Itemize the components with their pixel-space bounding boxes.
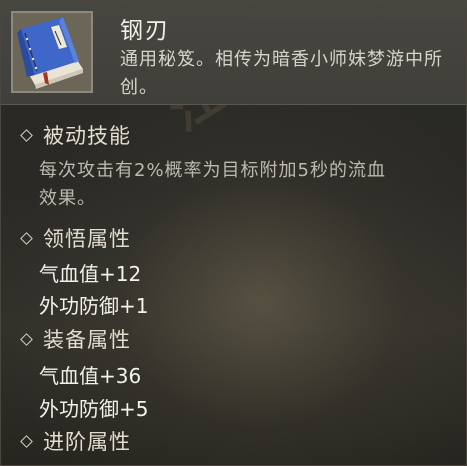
tooltip-header: 钢刃 通用秘笈。相传为暗香小师妹梦游中所创。	[1, 1, 466, 105]
diamond-bullet-icon	[20, 231, 33, 245]
section-title: 装备属性	[43, 328, 131, 352]
section-title: 被动技能	[43, 124, 131, 148]
stat-line: 气血值+36	[39, 364, 142, 388]
blue-book-icon	[11, 11, 93, 93]
diamond-bullet-icon	[20, 332, 33, 346]
section-title: 领悟属性	[43, 227, 131, 251]
item-tooltip: 江湖心法	[0, 0, 467, 466]
passive-desc-line-1: 每次攻击有2%概率为目标附加5秒的流血	[39, 160, 387, 181]
diamond-bullet-icon	[20, 128, 33, 142]
passive-desc-line-2: 效果。	[39, 188, 96, 209]
section-advanced-attributes: 进阶属性	[19, 426, 131, 456]
item-description: 通用秘笈。相传为暗香小师妹梦游中所创。	[120, 49, 443, 98]
section-comprehension-attributes: 领悟属性	[19, 223, 131, 253]
section-title: 进阶属性	[43, 430, 131, 454]
stat-line: 外功防御+1	[39, 294, 149, 318]
section-equipment-attributes: 装备属性	[19, 324, 131, 354]
item-name: 钢刃	[120, 18, 170, 44]
section-passive-skill: 被动技能	[19, 120, 131, 150]
stat-line: 气血值+12	[39, 262, 142, 286]
stat-line: 外功防御+5	[39, 397, 149, 421]
diamond-bullet-icon	[20, 434, 33, 448]
